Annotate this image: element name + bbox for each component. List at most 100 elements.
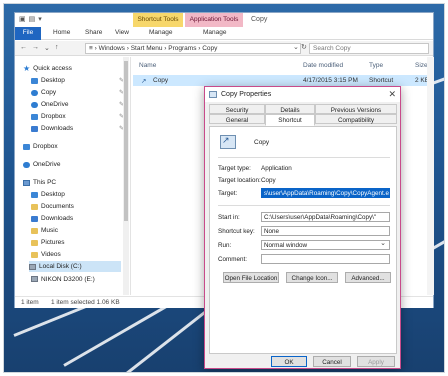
desktop-folder-icon bbox=[31, 77, 38, 84]
tab-details[interactable]: Details bbox=[265, 104, 315, 114]
nav-item-pc-downloads[interactable]: Downloads bbox=[31, 213, 73, 224]
search-input[interactable]: Search Copy bbox=[309, 43, 429, 54]
nav-item-downloads[interactable]: Downloads bbox=[31, 123, 73, 134]
shortcut-panel: Copy Target type: Application Target loc… bbox=[209, 126, 397, 354]
nav-item-quick-access[interactable]: ★ Quick access bbox=[23, 63, 72, 74]
address-row: ← → ⌄ ↑ ≡ › Windows › Start Menu › Progr… bbox=[15, 41, 433, 56]
ok-button[interactable]: OK bbox=[271, 356, 307, 367]
run-label: Run: bbox=[218, 242, 232, 249]
nav-item-videos[interactable]: Videos bbox=[31, 249, 61, 260]
column-type[interactable]: Type bbox=[369, 62, 383, 69]
videos-folder-icon bbox=[31, 251, 38, 258]
nav-item-pc-desktop[interactable]: Desktop bbox=[31, 189, 65, 200]
recent-locations-chevron-icon[interactable]: ⌄ bbox=[44, 44, 50, 52]
nav-item-desktop[interactable]: Desktop bbox=[31, 75, 65, 86]
navigation-pane: ★ Quick access Desktop ✎ Copy ✎ OneDrive … bbox=[15, 57, 131, 295]
apply-button[interactable]: Apply bbox=[357, 356, 395, 367]
tab-share[interactable]: Share bbox=[85, 29, 102, 36]
tab-previous-versions[interactable]: Previous Versions bbox=[315, 104, 397, 114]
tab-view[interactable]: View bbox=[115, 29, 129, 36]
advanced-button[interactable]: Advanced... bbox=[345, 272, 391, 283]
nav-item-nikon[interactable]: NIKON D3200 (E:) bbox=[31, 275, 95, 283]
download-icon bbox=[31, 215, 38, 222]
column-date-modified[interactable]: Date modified bbox=[303, 62, 343, 69]
ribbon-tabs: File Home Share View Manage Manage bbox=[15, 27, 433, 40]
title-bar: ▣ ▤ ▾ Shortcut Tools Application Tools C… bbox=[15, 13, 433, 27]
file-name: Copy bbox=[153, 77, 169, 84]
music-folder-icon bbox=[31, 227, 38, 234]
shortcut-tools-context-tab[interactable]: Shortcut Tools bbox=[133, 13, 183, 27]
tab-file[interactable]: File bbox=[15, 27, 41, 40]
dialog-title-bar: Copy Properties ✕ bbox=[205, 87, 400, 102]
target-type-label: Target type: bbox=[218, 165, 251, 172]
nav-item-onedrive-root[interactable]: OneDrive bbox=[23, 159, 60, 170]
nav-item-local-disk[interactable]: Local Disk (C:) bbox=[29, 261, 121, 272]
cloud-icon bbox=[31, 101, 38, 108]
shortcut-key-field[interactable]: None bbox=[261, 226, 390, 236]
target-field[interactable]: s\user\AppData\Roaming\Copy\CopyAgent.ex… bbox=[261, 188, 390, 198]
nav-item-pictures[interactable]: Pictures bbox=[31, 237, 64, 248]
desktop-folder-icon bbox=[31, 191, 38, 198]
divider bbox=[218, 157, 390, 158]
screenshot-frame: ▣ ▤ ▾ Shortcut Tools Application Tools C… bbox=[3, 3, 445, 373]
cloud-icon bbox=[23, 161, 30, 168]
tab-shortcut[interactable]: Shortcut bbox=[265, 114, 315, 126]
cancel-button[interactable]: Cancel bbox=[313, 356, 351, 367]
start-in-field[interactable]: C:\Users\user\AppData\Roaming\Copy\" bbox=[261, 212, 390, 222]
nav-scrollbar-thumb[interactable] bbox=[124, 61, 128, 221]
file-date: 4/17/2015 3:15 PM bbox=[303, 77, 358, 84]
target-type-value: Application bbox=[261, 165, 292, 172]
column-name[interactable]: Name bbox=[139, 62, 156, 69]
shortcut-icon: ↗ bbox=[141, 78, 147, 85]
nav-item-music[interactable]: Music bbox=[31, 225, 58, 236]
nav-item-this-pc[interactable]: This PC bbox=[23, 177, 56, 188]
tab-home[interactable]: Home bbox=[53, 29, 70, 36]
tab-compatibility[interactable]: Compatibility bbox=[315, 114, 397, 124]
nav-item-documents[interactable]: Documents bbox=[31, 201, 74, 212]
close-icon[interactable]: ✕ bbox=[388, 89, 396, 100]
tab-manage-shortcut[interactable]: Manage bbox=[149, 29, 173, 36]
nav-item-copy[interactable]: Copy bbox=[31, 87, 56, 98]
column-size[interactable]: Size bbox=[415, 62, 428, 69]
window-title: Copy bbox=[251, 16, 268, 23]
open-file-location-button[interactable]: Open File Location bbox=[223, 272, 279, 283]
refresh-icon[interactable]: ↻ bbox=[301, 43, 307, 51]
properties-icon[interactable]: ▣ bbox=[19, 15, 26, 23]
shortcut-large-icon bbox=[220, 135, 236, 149]
star-icon: ★ bbox=[23, 63, 31, 73]
tab-general[interactable]: General bbox=[209, 114, 265, 124]
nav-item-onedrive[interactable]: OneDrive bbox=[31, 99, 68, 110]
disk-icon bbox=[29, 263, 36, 270]
run-select[interactable]: Normal window bbox=[261, 240, 390, 250]
back-arrow-icon[interactable]: ← bbox=[20, 44, 27, 51]
shortcut-name: Copy bbox=[254, 139, 270, 146]
tab-manage-application[interactable]: Manage bbox=[203, 29, 227, 36]
address-dropdown-icon[interactable]: ⌄ bbox=[293, 43, 299, 51]
nav-item-dropbox-root[interactable]: Dropbox bbox=[23, 141, 58, 152]
pc-icon bbox=[23, 179, 30, 186]
item-count: 1 item bbox=[21, 299, 39, 306]
nav-item-dropbox[interactable]: Dropbox bbox=[31, 111, 66, 122]
comment-field[interactable] bbox=[261, 254, 390, 264]
change-icon-button[interactable]: Change Icon... bbox=[286, 272, 338, 283]
address-bar[interactable]: ≡ › Windows › Start Menu › Programs › Co… bbox=[85, 43, 301, 54]
file-row[interactable]: ↗ Copy 4/17/2015 3:15 PM Shortcut 2 KB bbox=[133, 75, 433, 86]
forward-arrow-icon[interactable]: → bbox=[32, 44, 39, 51]
file-list-header: Name Date modified Type Size bbox=[133, 60, 433, 71]
up-arrow-icon[interactable]: ↑ bbox=[55, 44, 59, 51]
dropbox-icon bbox=[23, 143, 30, 150]
disk-icon bbox=[31, 276, 38, 282]
quick-access-toolbar: ▣ ▤ ▾ bbox=[19, 15, 42, 23]
new-folder-icon[interactable]: ▤ bbox=[29, 15, 36, 23]
documents-folder-icon bbox=[31, 203, 38, 210]
nav-scrollbar[interactable] bbox=[123, 57, 129, 295]
pictures-folder-icon bbox=[31, 239, 38, 246]
target-location-value: Copy bbox=[261, 177, 276, 184]
dropbox-icon bbox=[31, 113, 38, 120]
dialog-tabs: Security Details Previous Versions Gener… bbox=[209, 104, 397, 126]
comment-label: Comment: bbox=[218, 256, 248, 263]
qat-dropdown-icon[interactable]: ▾ bbox=[38, 15, 42, 23]
file-list-scrollbar[interactable] bbox=[427, 57, 434, 295]
tab-security[interactable]: Security bbox=[209, 104, 265, 114]
application-tools-context-tab[interactable]: Application Tools bbox=[185, 13, 243, 27]
